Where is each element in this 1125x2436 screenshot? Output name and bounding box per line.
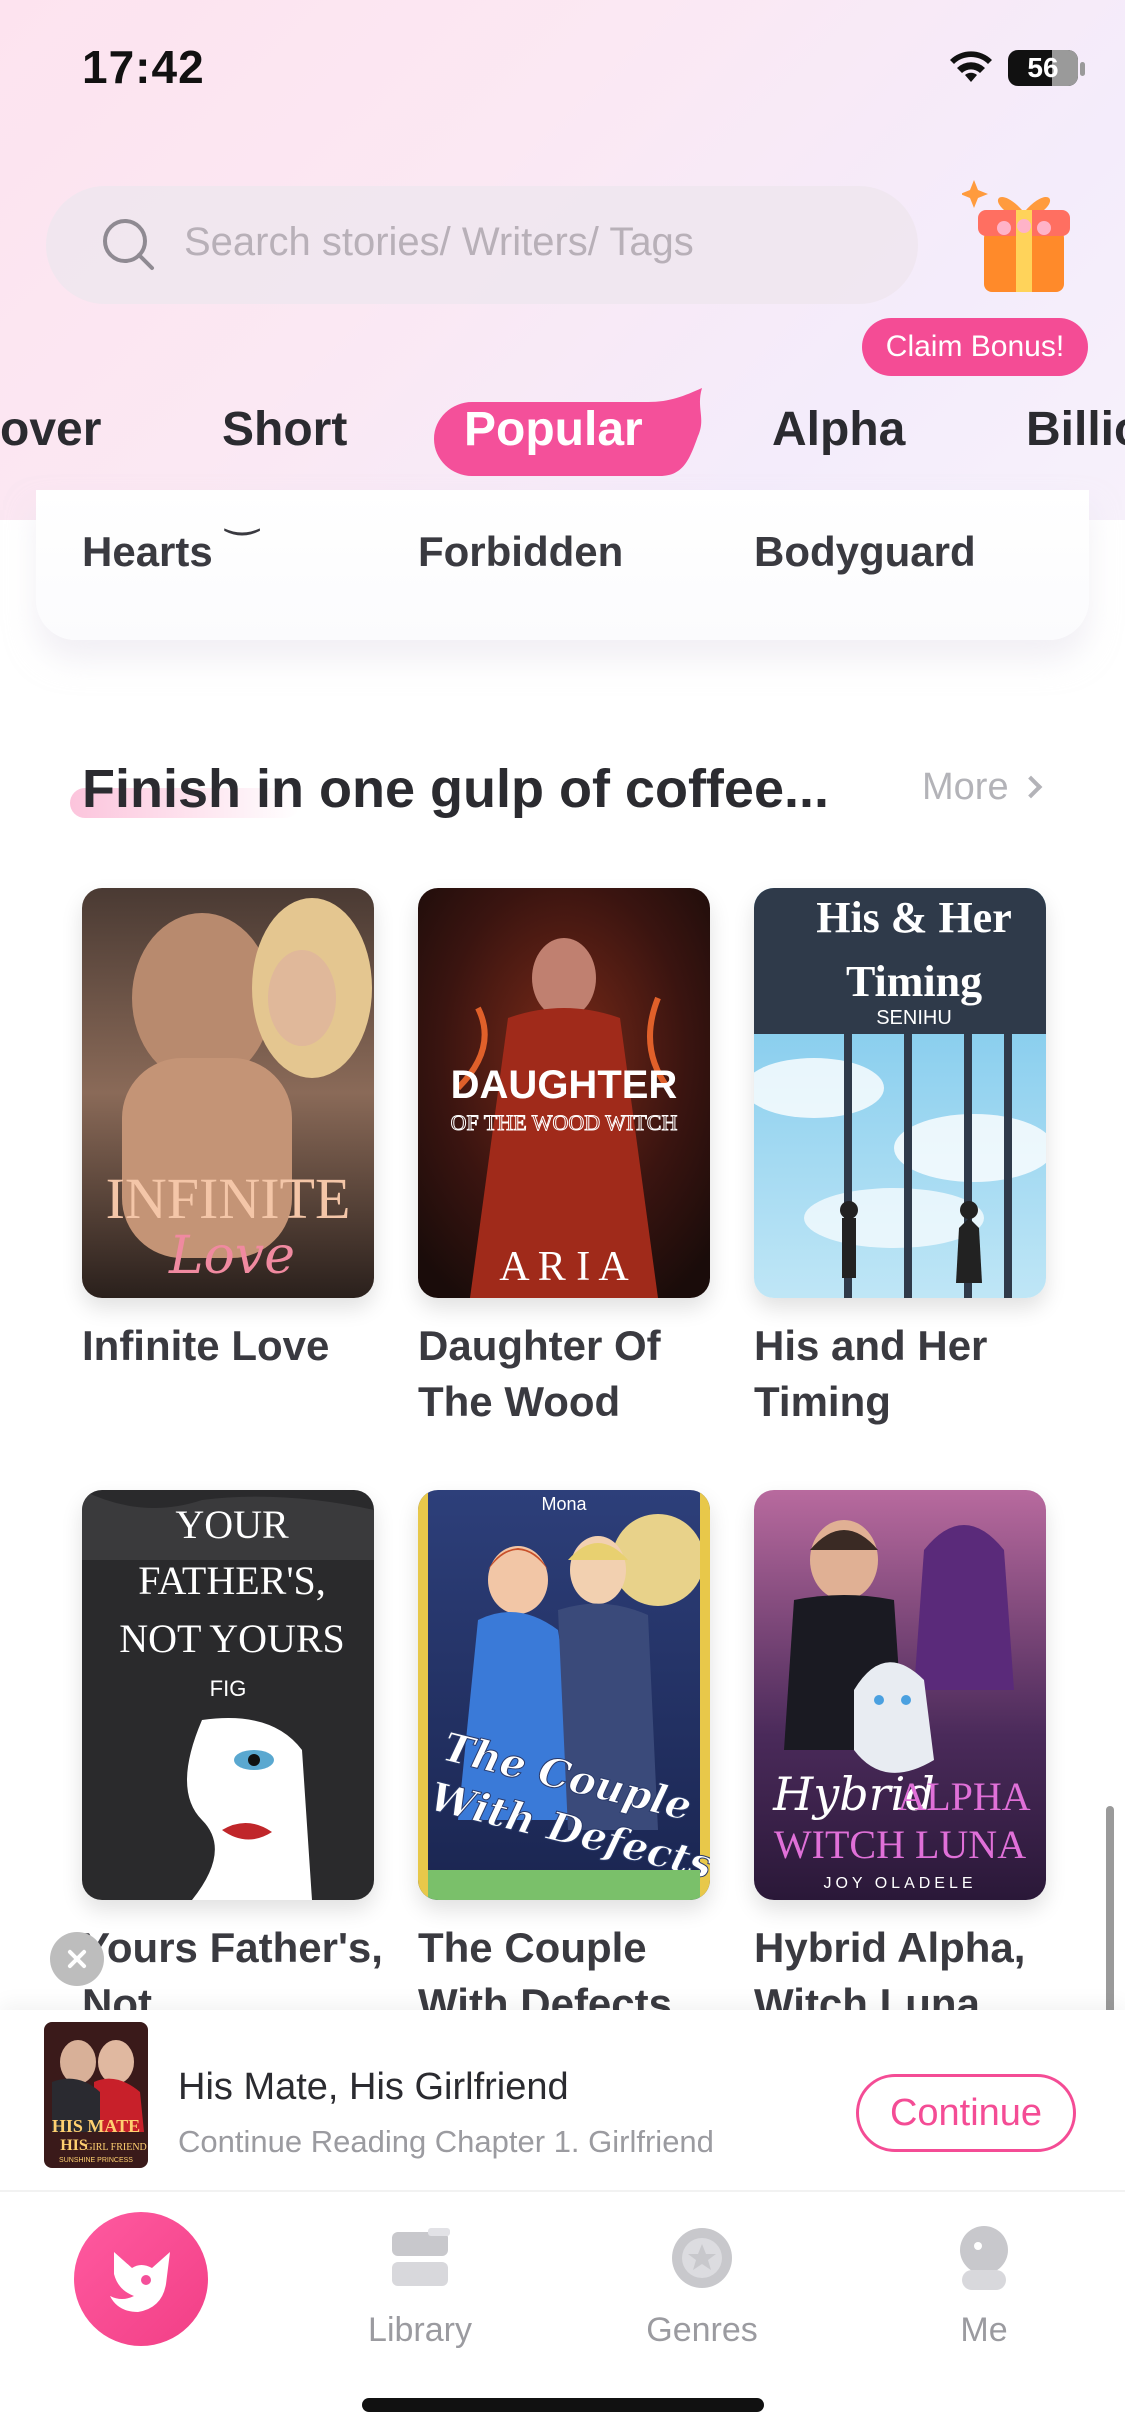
cover-title: INFINITE (106, 1166, 351, 1231)
tab-popular[interactable]: Popular (464, 402, 643, 457)
cover-subtitle: Love (168, 1226, 295, 1286)
search-icon (103, 219, 154, 270)
book-cover[interactable]: DAUGHTER OF THE WOOD WITCH A R I A (418, 888, 710, 1298)
cover-author: SUNSHINE PRINCESS (59, 2157, 133, 2164)
cover-subtitle: NOT YOURS (119, 1616, 345, 1661)
cover-title: HIS MATE (52, 2116, 140, 2136)
continue-reading-cover[interactable]: HIS MATE HIS GIRL FRIEND SUNSHINE PRINCE… (44, 2022, 148, 2168)
home-tab[interactable] (74, 2212, 208, 2346)
scrollbar[interactable] (1106, 1806, 1114, 2036)
profile-icon (960, 2226, 1008, 2290)
tab-lover[interactable]: over (0, 402, 101, 457)
book-cover[interactable]: Mona The Couple With Defects (418, 1490, 710, 1900)
cover-subtitle: WITCH LUNA (774, 1822, 1026, 1867)
cover-title: DAUGHTER (451, 1063, 678, 1107)
cover-subtitle: HIS (60, 2137, 88, 2154)
section-title: Finish in one gulp of coffee... (82, 759, 829, 819)
fox-logo-icon (110, 2252, 170, 2312)
cover-author: SENIHU (876, 1007, 952, 1029)
status-bar: 17:42 56 (0, 0, 1125, 140)
continue-reading-title: His Mate, His Girlfriend (178, 2066, 569, 2108)
tab-billionaire[interactable]: Billio (1026, 402, 1125, 457)
category-tabs: over Short Popular Alpha Billio (0, 380, 1125, 490)
book-cover[interactable]: Hybrid ALPHA WITCH LUNA JOY OLADELE (754, 1490, 1046, 1900)
previous-book-row: ‿ Hearts Forbidden Bodyguard (0, 490, 1125, 690)
home-indicator (362, 2398, 764, 2412)
cover-subtitle: Timing (846, 957, 982, 1006)
cover-author: Mona (541, 1494, 587, 1514)
book-cover[interactable]: INFINITE Love (82, 888, 374, 1298)
battery-level: 56 (1027, 52, 1059, 83)
more-link[interactable]: More (922, 766, 1042, 809)
cover-author: FIG (210, 1676, 247, 1701)
genres-badge-icon (672, 2228, 732, 2288)
me-label: Me (960, 2311, 1008, 2349)
more-label: More (922, 766, 1009, 808)
tab-alpha[interactable]: Alpha (772, 402, 905, 457)
library-icon (392, 2228, 450, 2286)
book-title[interactable]: Hearts (82, 528, 213, 576)
chevron-right-icon (1019, 775, 1042, 799)
continue-reading-bar[interactable]: HIS MATE HIS GIRL FRIEND SUNSHINE PRINCE… (0, 2010, 1125, 2190)
continue-reading-chapter: Continue Reading Chapter 1. Girlfriend (178, 2124, 714, 2159)
cover-author: A R I A (499, 1244, 629, 1290)
wifi-icon (950, 51, 992, 82)
book-title[interactable]: Bodyguard (754, 528, 976, 576)
book-cover[interactable]: YOUR FATHER'S, NOT YOURS FIG (82, 1490, 374, 1900)
tab-short[interactable]: Short (222, 402, 347, 457)
claim-bonus-button[interactable]: Claim Bonus! (862, 318, 1088, 376)
cover-author: JOY OLADELE (823, 1875, 976, 1892)
status-time: 17:42 (82, 41, 205, 93)
genres-tab[interactable]: Genres (612, 2222, 792, 2350)
cover-title: YOUR (175, 1502, 289, 1547)
book-title[interactable]: Infinite Love (82, 1318, 402, 1374)
book-title[interactable]: His and Her Timing (754, 1318, 1074, 1430)
book-cover[interactable]: His & Her Timing SENIHU (754, 888, 1046, 1298)
genres-label: Genres (646, 2311, 758, 2349)
book-title[interactable]: Forbidden (418, 528, 623, 576)
search-bar[interactable]: Search stories/ Writers/ Tags (46, 186, 918, 304)
cover-subtitle: GIRL FRIEND (85, 2142, 147, 2153)
cover-subtitle: FATHER'S, (138, 1558, 326, 1603)
continue-button[interactable]: Continue (856, 2074, 1076, 2152)
battery-icon: 56 (1008, 50, 1078, 86)
library-label: Library (368, 2311, 472, 2349)
book-title[interactable]: Daughter Of The Wood (418, 1318, 738, 1430)
cover-subtitle: ALPHA (897, 1774, 1030, 1819)
me-tab[interactable]: Me (894, 2222, 1074, 2350)
search-placeholder: Search stories/ Writers/ Tags (184, 220, 694, 264)
library-tab[interactable]: Library (330, 2222, 510, 2350)
cover-subtitle: OF THE WOOD WITCH (451, 1110, 678, 1135)
cover-title: His & Her (816, 893, 1012, 942)
close-button[interactable] (50, 1932, 104, 1986)
battery-nub (1080, 62, 1085, 76)
gift-icon[interactable] (962, 168, 1082, 298)
